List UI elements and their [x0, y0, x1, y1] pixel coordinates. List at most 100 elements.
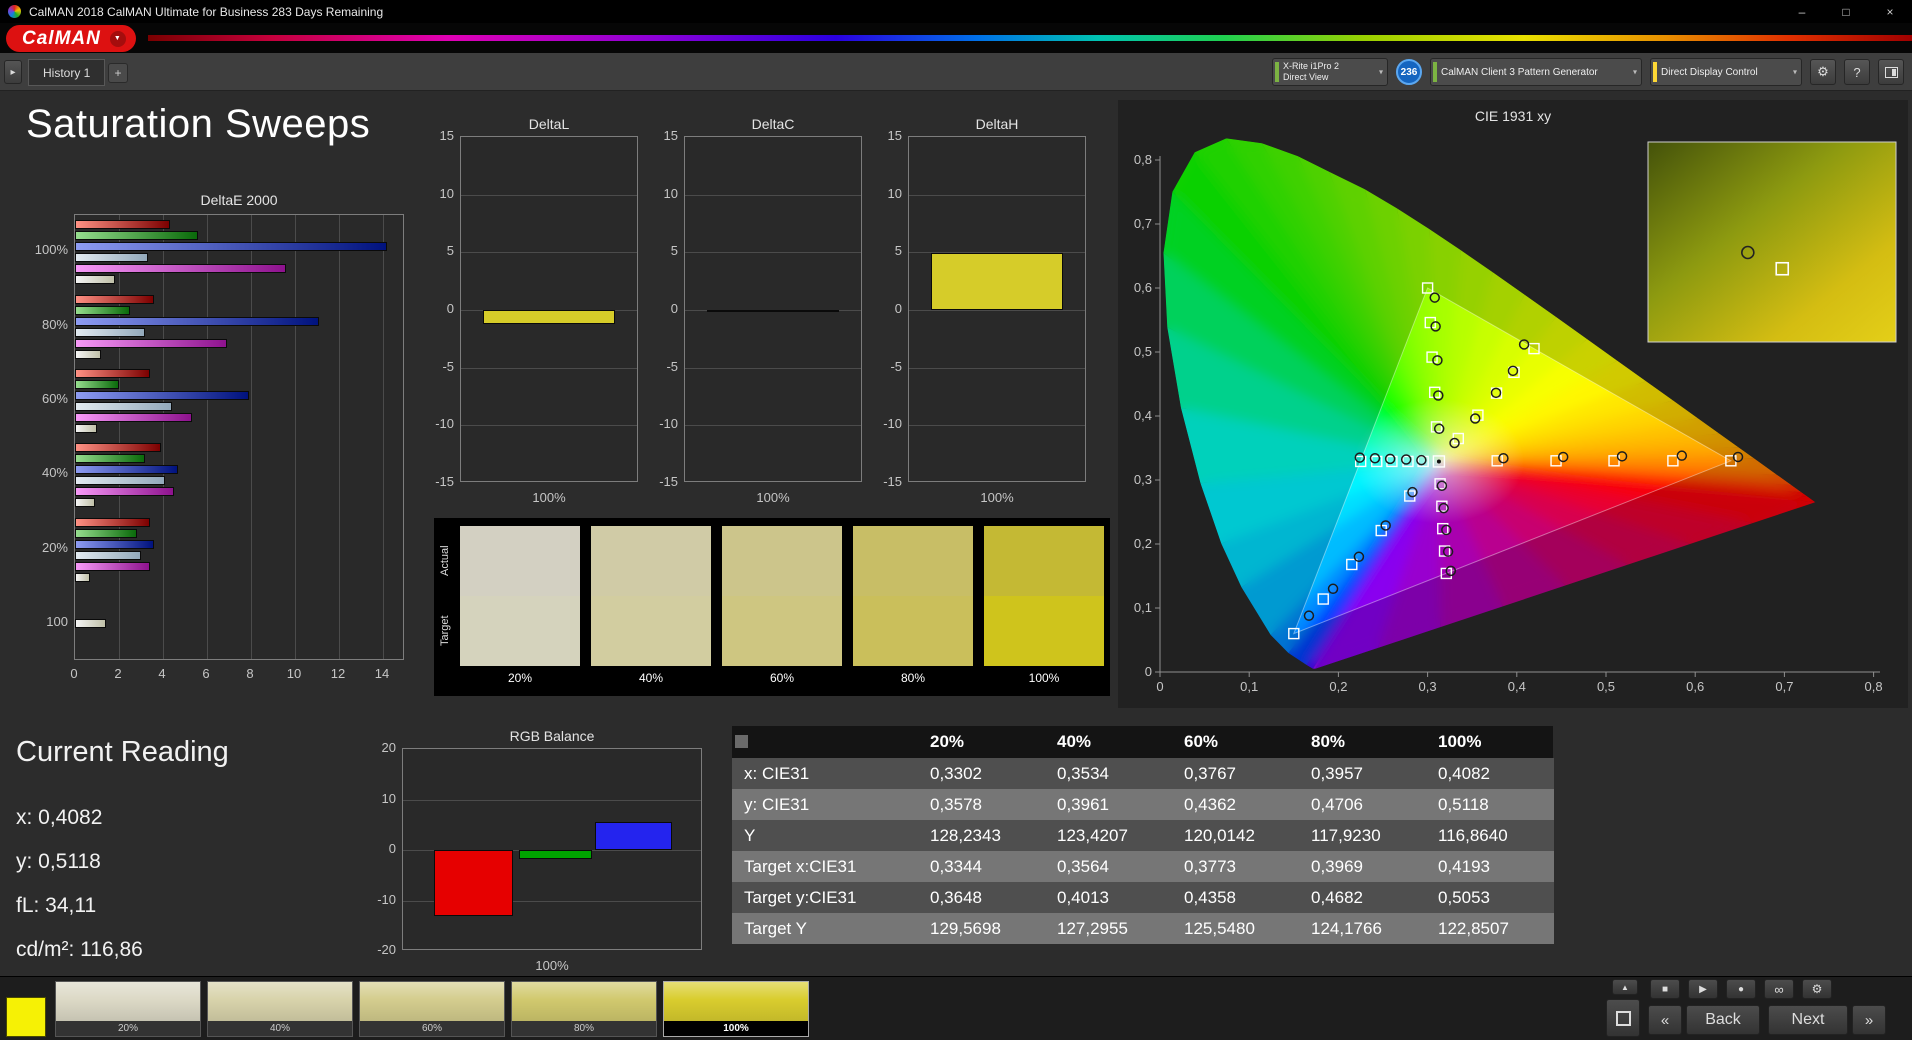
y-tick-label: 5 [894, 243, 902, 259]
x-tick-label: 0 [70, 666, 78, 681]
layout-button[interactable] [1878, 59, 1904, 85]
cie-inset-zoom [1647, 141, 1897, 343]
patch-gloss [512, 982, 656, 1021]
y-tick-label: 15 [663, 128, 678, 143]
pattern-window-icon [1615, 1010, 1631, 1026]
x-tick-label: 0,7 [1775, 679, 1793, 694]
table-cell: 0,3302 [930, 764, 982, 783]
bar-cyan-60% [75, 401, 172, 411]
maximize-button[interactable]: □ [1824, 0, 1868, 23]
x-tick-label: 0,4 [1508, 679, 1526, 694]
table-row: y: CIE31 0,3578 0,3961 0,4362 0,4706 0,5118 [732, 789, 1554, 820]
saturation-patch-60%[interactable]: 60% [359, 981, 505, 1037]
patch-label: 40% [208, 1021, 352, 1036]
layout-icon [1884, 66, 1898, 78]
settings-button[interactable]: ⚙ [1810, 59, 1836, 85]
record-button[interactable]: ● [1726, 979, 1756, 999]
y-tick-label: 5 [446, 243, 454, 259]
patch-color [360, 982, 504, 1021]
x-tick-label: 2 [114, 666, 122, 681]
back-button[interactable]: Back [1686, 1005, 1760, 1035]
close-button[interactable]: × [1868, 0, 1912, 23]
add-tab-button[interactable]: + [108, 63, 128, 83]
gear-icon: ⚙ [1811, 982, 1823, 996]
actual-swatch-40% [591, 526, 711, 596]
actual-swatch-100% [984, 526, 1104, 596]
minimize-button[interactable]: – [1780, 0, 1824, 23]
display-control-dropdown[interactable]: Direct Display Control ▾ [1650, 58, 1802, 86]
current-color-patch [6, 997, 46, 1037]
measured-point [1441, 524, 1452, 536]
saturation-patch-20%[interactable]: 20% [55, 981, 201, 1037]
meter-dropdown[interactable]: X-Rite i1Pro 2 Direct View ▾ [1272, 58, 1388, 86]
measure-settings-button[interactable]: ⚙ [1802, 979, 1832, 999]
gridline [119, 215, 120, 659]
app-icon [8, 5, 21, 18]
bar-blue-20% [75, 539, 155, 549]
table-cell: 0,3564 [1057, 857, 1109, 876]
y-tick-label: 100% [34, 242, 68, 258]
stop-button[interactable]: ■ [1650, 979, 1680, 999]
calman-logo[interactable]: CalMAN ▼ [6, 25, 136, 52]
y-tick-label: 10 [439, 185, 454, 201]
swatch-label: 60% [769, 671, 795, 685]
next-button[interactable]: Next [1768, 1005, 1848, 1035]
table-row: Target y:CIE31 0,3648 0,4013 0,4358 0,4682 0,… [732, 882, 1554, 913]
table-cell: 0,4706 [1311, 795, 1363, 814]
table-cell: 124,1766 [1311, 919, 1382, 938]
bar-magenta-100% [75, 264, 287, 274]
chart-title: RGB Balance [509, 728, 595, 744]
pattern-window-button[interactable] [1606, 999, 1640, 1037]
bar-red-40% [75, 443, 161, 453]
x-axis-label: 100% [980, 490, 1014, 505]
tab-history-1[interactable]: History 1 [28, 59, 106, 86]
continuous-read-button[interactable]: ∞ [1764, 979, 1794, 999]
bar-cyan-40% [75, 476, 166, 486]
patch-label: 100% [664, 1021, 808, 1036]
table-cell: 120,0142 [1184, 826, 1255, 845]
play-button[interactable]: ▶ [1688, 979, 1718, 999]
deltae2000-chart: DeltaE 2000 0 2 4 6 8 10 12 14 100% 80% 60% 40% 20% 1… [26, 192, 426, 692]
exposure-badge[interactable]: 236 [1396, 59, 1422, 85]
row-label: Target x:CIE31 [744, 857, 857, 876]
first-page-button[interactable]: « [1648, 1005, 1682, 1035]
x-tick-label: 8 [246, 666, 254, 681]
bar-magenta-40% [75, 487, 174, 497]
stop-icon: ■ [1661, 983, 1669, 995]
y-tick-label: 0,5 [1134, 344, 1152, 359]
y-tick-label: 100 [46, 613, 68, 629]
gridline [685, 252, 861, 254]
measured-point [1433, 390, 1444, 401]
saturation-patch-40%[interactable]: 40% [207, 981, 353, 1037]
measured-point [1557, 451, 1569, 463]
page-title: Saturation Sweeps [26, 102, 371, 146]
saturation-patch-80%[interactable]: 80% [511, 981, 657, 1037]
pattern-generator-dropdown[interactable]: CalMAN Client 3 Pattern Generator ▾ [1430, 58, 1642, 86]
current-reading-title: Current Reading [16, 736, 229, 768]
delta-bar [931, 252, 1063, 310]
y-tick-label: 15 [439, 128, 454, 143]
logo-bar: CalMAN ▼ [0, 23, 1912, 53]
help-button[interactable]: ? [1844, 59, 1870, 85]
nav-arrow-button[interactable]: ▸ [4, 60, 22, 84]
y-tick-label: 80% [41, 316, 68, 332]
last-page-button[interactable]: » [1852, 1005, 1886, 1035]
results-table: 20% 40% 60% 80% 100% x: CIE31 0,3302 0,3534 0,37… [732, 726, 1554, 946]
table-handle [735, 735, 748, 748]
x-tick-label: 0,2 [1329, 679, 1347, 694]
chevron-down-icon: ▾ [1378, 67, 1383, 77]
table-cell: 0,4193 [1438, 857, 1490, 876]
measured-point [1449, 437, 1460, 449]
measured-point [1445, 565, 1457, 577]
saturation-patch-100%[interactable]: 100% [663, 981, 809, 1037]
table-cell: 0,3969 [1311, 857, 1363, 876]
cie-plot: 0 0 0,1 0,1 0,2 0,2 0,3 0,3 0,4 0,4 0,5 0,5 0,6 0,6 0,… [1118, 100, 1908, 708]
collapse-button[interactable]: ▲ [1612, 979, 1638, 995]
play-icon: ▶ [1699, 983, 1707, 995]
reading-cdm2: cd/m²: 116,86 [16, 938, 143, 961]
gridline [207, 215, 208, 659]
table-cell: 127,2955 [1057, 919, 1128, 938]
bar-white-40% [75, 498, 95, 508]
target-swatch-20% [460, 596, 580, 666]
table-cell: 0,4358 [1184, 888, 1236, 907]
